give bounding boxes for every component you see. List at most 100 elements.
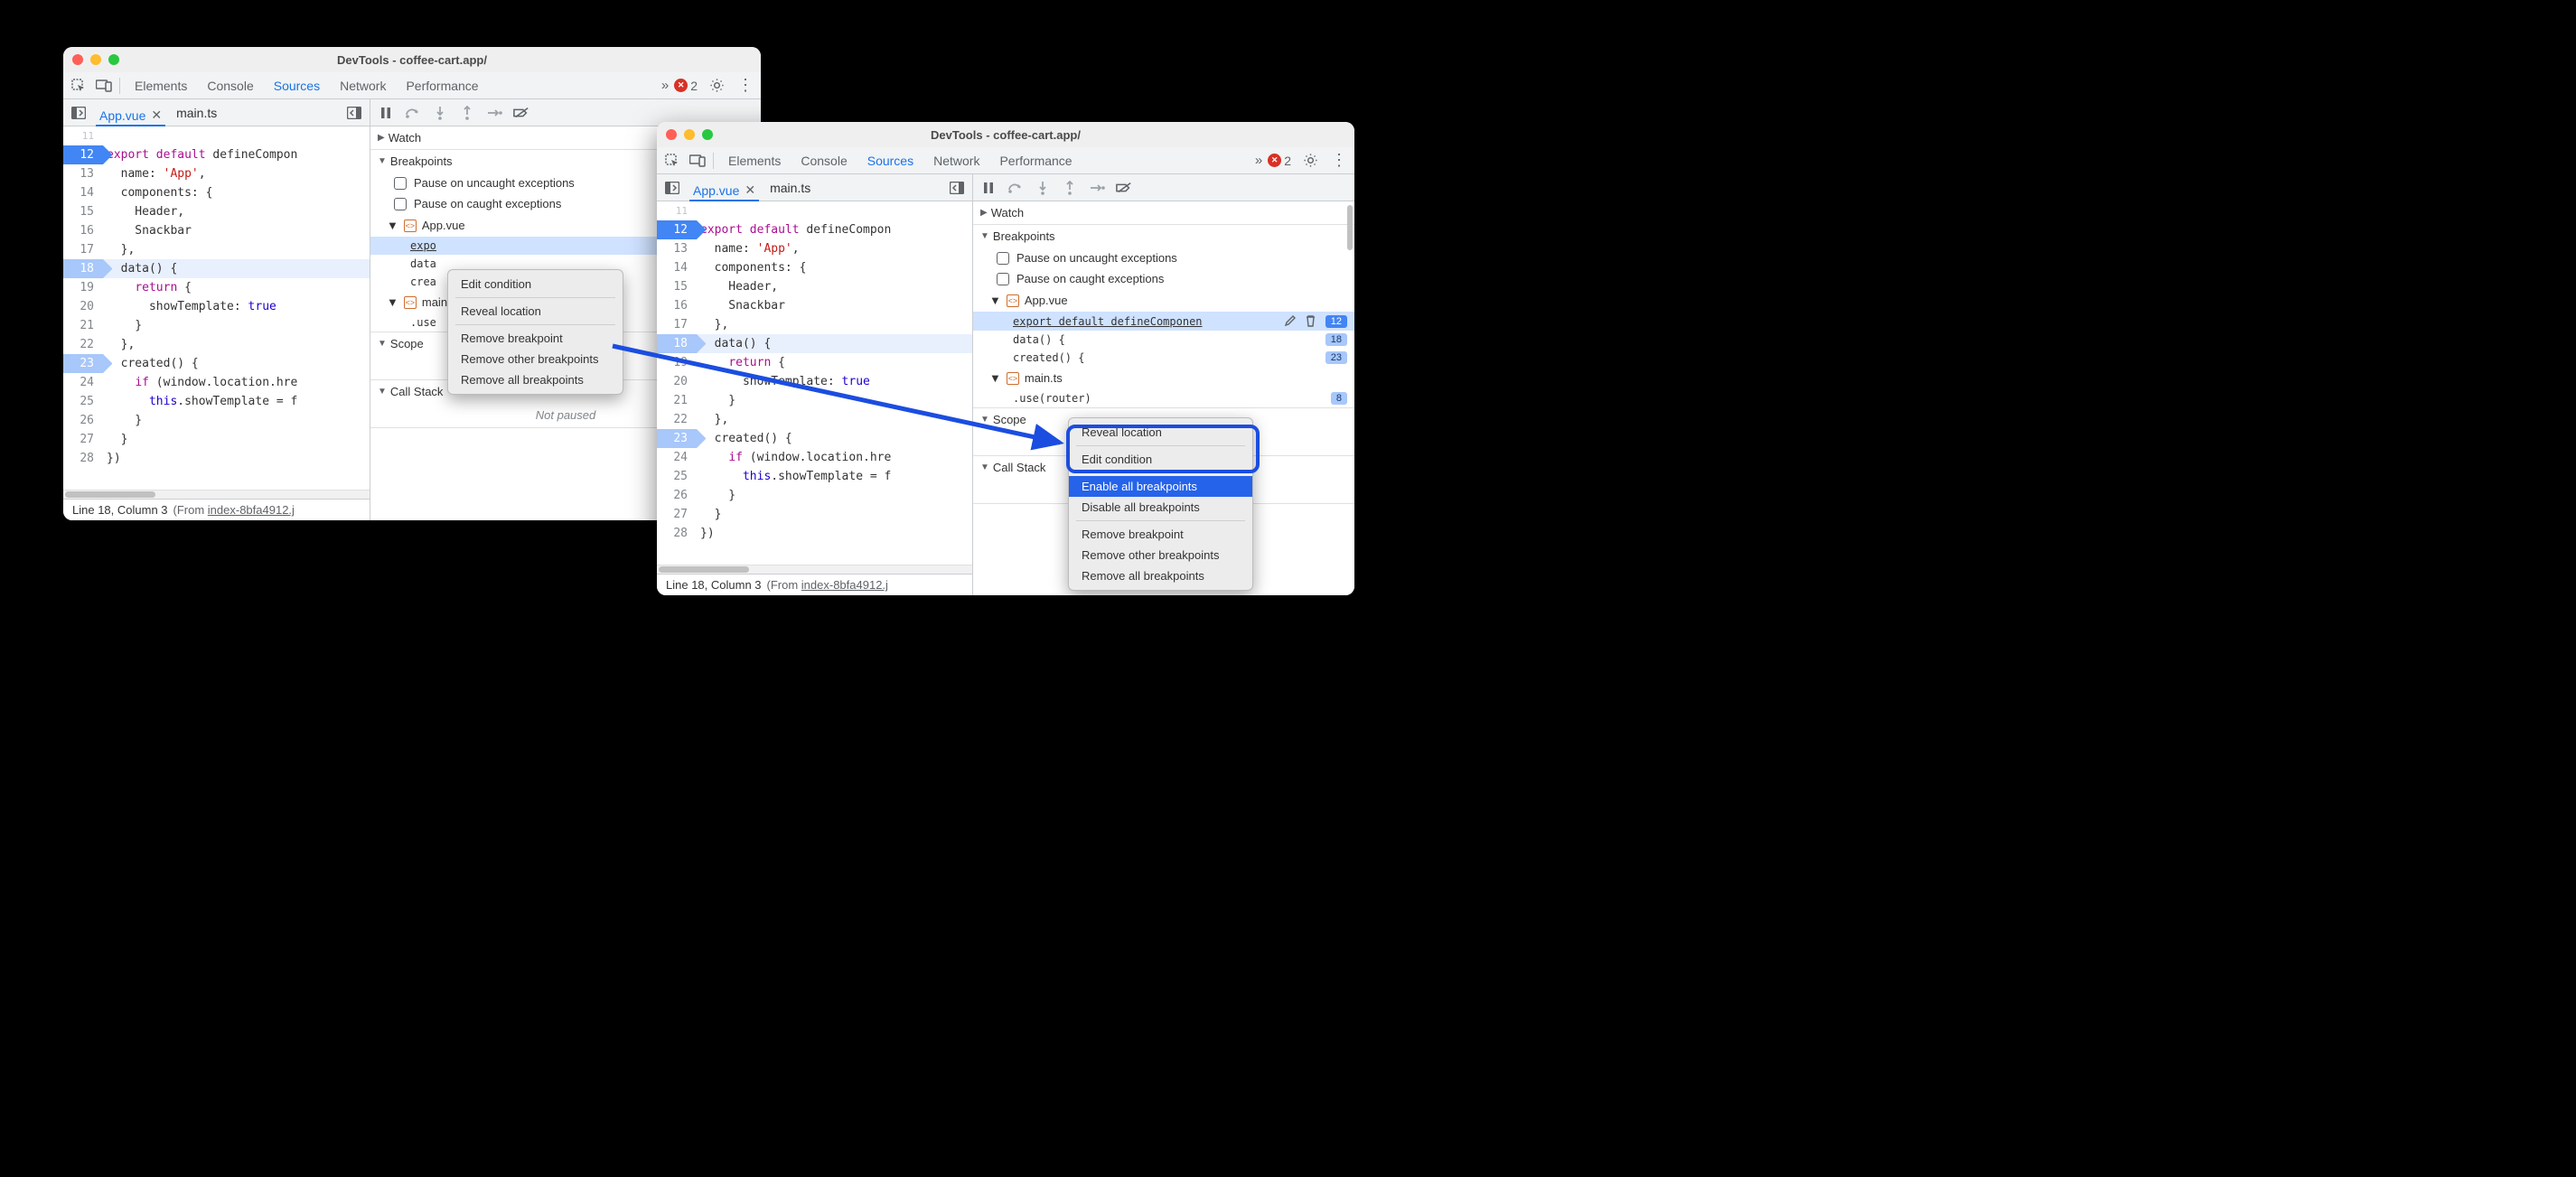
pause-icon[interactable] (378, 105, 394, 121)
error-count[interactable]: 2 (674, 79, 698, 93)
tab-network[interactable]: Network (930, 148, 983, 173)
trash-icon[interactable] (1305, 314, 1318, 328)
source-tab-maints[interactable]: main.ts (173, 102, 220, 124)
tab-console[interactable]: Console (203, 73, 257, 98)
horizontal-scrollbar[interactable] (63, 490, 370, 499)
ctx-remove-all[interactable]: Remove all breakpoints (1069, 565, 1252, 586)
panel-tabs: Elements Console Sources Network Perform… (131, 73, 482, 98)
cursor-position: Line 18, Column 3 (666, 578, 762, 592)
vue-file-icon: <> (404, 220, 417, 232)
tab-elements[interactable]: Elements (725, 148, 784, 173)
step-out-icon[interactable] (1062, 180, 1078, 196)
bp-entry[interactable]: export default defineComponen 12 (973, 312, 1354, 331)
source-tab-label: main.ts (770, 181, 810, 195)
step-over-icon[interactable] (405, 105, 421, 121)
ctx-disable-all[interactable]: Disable all breakpoints (1069, 497, 1252, 518)
panel-tabs: Elements Console Sources Network Perform… (725, 148, 1076, 173)
step-into-icon[interactable] (1035, 180, 1051, 196)
tab-network[interactable]: Network (336, 73, 389, 98)
source-tab-appvue[interactable]: App.vue ✕ (689, 179, 759, 202)
ctx-enable-all[interactable]: Enable all breakpoints (1069, 476, 1252, 497)
main-toolbar: Elements Console Sources Network Perform… (63, 72, 761, 99)
cursor-position: Line 18, Column 3 (72, 503, 168, 517)
window-title: DevTools - coffee-cart.app/ (63, 53, 761, 67)
ctx-remove-other[interactable]: Remove other breakpoints (1069, 545, 1252, 565)
step-icon[interactable] (486, 105, 502, 121)
breakpoint-context-menu-new: Reveal location Edit condition Enable al… (1068, 417, 1253, 591)
step-out-icon[interactable] (459, 105, 475, 121)
bp-entry[interactable]: .use(router) 8 (973, 389, 1354, 407)
breakpoints-section[interactable]: ▼Breakpoints (973, 225, 1354, 248)
debugger-toggle-icon[interactable] (344, 103, 364, 123)
tab-console[interactable]: Console (797, 148, 850, 173)
pause-uncaught-toggle[interactable]: Pause on uncaught exceptions (973, 248, 1354, 268)
source-tab-label: main.ts (176, 106, 217, 120)
source-tab-appvue[interactable]: App.vue ✕ (96, 104, 165, 127)
deactivate-bp-icon[interactable] (1116, 180, 1132, 196)
line-number-badge: 23 (1325, 351, 1347, 364)
error-count[interactable]: 2 (1268, 154, 1291, 168)
line-number-badge: 8 (1331, 392, 1347, 405)
navigator-toggle-icon[interactable] (69, 103, 89, 123)
bp-file-maints[interactable]: ▼<> main.ts (973, 367, 1354, 389)
titlebar: DevTools - coffee-cart.app/ (63, 47, 761, 72)
vue-file-icon: <> (1007, 372, 1019, 385)
inspect-icon[interactable] (662, 151, 682, 171)
code-editor[interactable]: 1112export default defineCompon13 name: … (63, 126, 370, 499)
watch-section[interactable]: ▶Watch (973, 201, 1354, 224)
device-toggle-icon[interactable] (94, 76, 114, 96)
source-tab-maints[interactable]: main.ts (766, 177, 814, 199)
source-map-link[interactable]: index-8bfa4912.j (208, 503, 295, 517)
ctx-reveal-location[interactable]: Reveal location (1069, 422, 1252, 443)
source-tab-label: App.vue (693, 183, 739, 198)
ctx-remove-breakpoint[interactable]: Remove breakpoint (448, 328, 623, 349)
kebab-menu-icon[interactable]: ⋮ (1329, 151, 1349, 171)
vue-file-icon: <> (1007, 294, 1019, 307)
vue-file-icon: <> (404, 296, 417, 309)
kebab-menu-icon[interactable]: ⋮ (735, 76, 755, 96)
deactivate-bp-icon[interactable] (513, 105, 529, 121)
editor-statusbar: Line 18, Column 3 (From index-8bfa4912.j (657, 574, 972, 595)
vertical-scrollbar[interactable] (1347, 205, 1353, 250)
bp-entry[interactable]: data() { 18 (973, 331, 1354, 349)
debug-toolbar (973, 174, 1354, 201)
window-title: DevTools - coffee-cart.app/ (657, 128, 1354, 142)
bp-entry[interactable]: created() { 23 (973, 349, 1354, 367)
step-over-icon[interactable] (1007, 180, 1024, 196)
code-editor[interactable]: 1112export default defineCompon13 name: … (657, 201, 972, 574)
pause-icon[interactable] (980, 180, 997, 196)
ctx-edit-condition[interactable]: Edit condition (1069, 449, 1252, 470)
pause-caught-toggle[interactable]: Pause on caught exceptions (973, 268, 1354, 289)
more-tabs-icon[interactable]: » (661, 78, 665, 93)
close-tab-icon[interactable]: ✕ (745, 182, 755, 198)
debugger-toggle-icon[interactable] (947, 178, 967, 198)
debugger-panel: ▶Watch ▼Breakpoints Pause on uncaught ex… (973, 174, 1354, 595)
settings-gear-icon[interactable] (1300, 151, 1320, 171)
error-count-value: 2 (690, 79, 698, 93)
tab-elements[interactable]: Elements (131, 73, 191, 98)
more-tabs-icon[interactable]: » (1255, 153, 1259, 168)
step-into-icon[interactable] (432, 105, 448, 121)
tab-performance[interactable]: Performance (402, 73, 482, 98)
tab-performance[interactable]: Performance (996, 148, 1075, 173)
line-number-badge: 12 (1325, 315, 1347, 328)
device-toggle-icon[interactable] (688, 151, 707, 171)
breakpoint-context-menu-old: Edit condition Reveal location Remove br… (447, 269, 623, 395)
ctx-remove-breakpoint[interactable]: Remove breakpoint (1069, 524, 1252, 545)
ctx-remove-all[interactable]: Remove all breakpoints (448, 369, 623, 390)
horizontal-scrollbar[interactable] (657, 565, 972, 574)
error-count-value: 2 (1284, 154, 1291, 168)
close-tab-icon[interactable]: ✕ (151, 107, 162, 123)
source-map-link[interactable]: index-8bfa4912.j (801, 578, 888, 592)
ctx-reveal-location[interactable]: Reveal location (448, 301, 623, 322)
editor-statusbar: Line 18, Column 3 (From index-8bfa4912.j (63, 499, 370, 520)
ctx-remove-other[interactable]: Remove other breakpoints (448, 349, 623, 369)
edit-icon[interactable] (1284, 314, 1297, 328)
navigator-toggle-icon[interactable] (662, 178, 682, 198)
step-icon[interactable] (1089, 180, 1105, 196)
inspect-icon[interactable] (69, 76, 89, 96)
settings-gear-icon[interactable] (707, 76, 726, 96)
ctx-edit-condition[interactable]: Edit condition (448, 274, 623, 294)
devtools-window-after: DevTools - coffee-cart.app/ Elements Con… (657, 122, 1354, 595)
bp-file-appvue[interactable]: ▼<> App.vue (973, 289, 1354, 312)
